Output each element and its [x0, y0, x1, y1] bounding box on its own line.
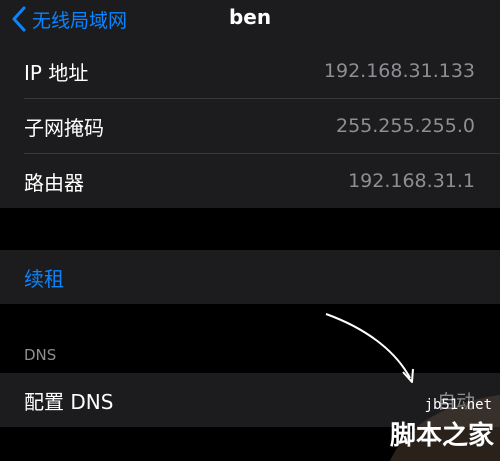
- router-label: 路由器: [24, 170, 84, 195]
- ip-address-label: IP 地址: [24, 60, 89, 85]
- subnet-mask-row: 子网掩码 255.255.255.0: [0, 99, 500, 153]
- router-value: 192.168.31.1: [348, 170, 475, 192]
- renew-lease-group: 续租: [0, 250, 500, 304]
- subnet-mask-label: 子网掩码: [24, 115, 104, 140]
- ip-address-value: 192.168.31.133: [323, 60, 475, 82]
- navigation-bar: 无线局域网 ben: [0, 0, 500, 44]
- configure-dns-row[interactable]: 配置 DNS 自动: [0, 373, 500, 427]
- configure-dns-label[interactable]: 配置 DNS: [24, 386, 113, 415]
- page-title: ben: [228, 5, 272, 29]
- renew-lease-button[interactable]: 续租: [0, 250, 500, 304]
- subnet-mask-value: 255.255.255.0: [335, 115, 475, 137]
- network-info-group: IP 地址 192.168.31.133 子网掩码 255.255.255.0 …: [0, 44, 500, 208]
- wifi-detail-screen: 无线局域网 ben IP 地址 192.168.31.133 子网掩码 255.…: [0, 0, 500, 461]
- dns-section-header: DNS: [24, 346, 57, 364]
- ip-address-row: IP 地址 192.168.31.133: [0, 44, 500, 98]
- configure-dns-value: 自动: [436, 390, 475, 413]
- router-row: 路由器 192.168.31.1: [0, 154, 500, 208]
- dns-group: 配置 DNS 自动: [0, 373, 500, 427]
- renew-lease-label[interactable]: 续租: [24, 263, 64, 292]
